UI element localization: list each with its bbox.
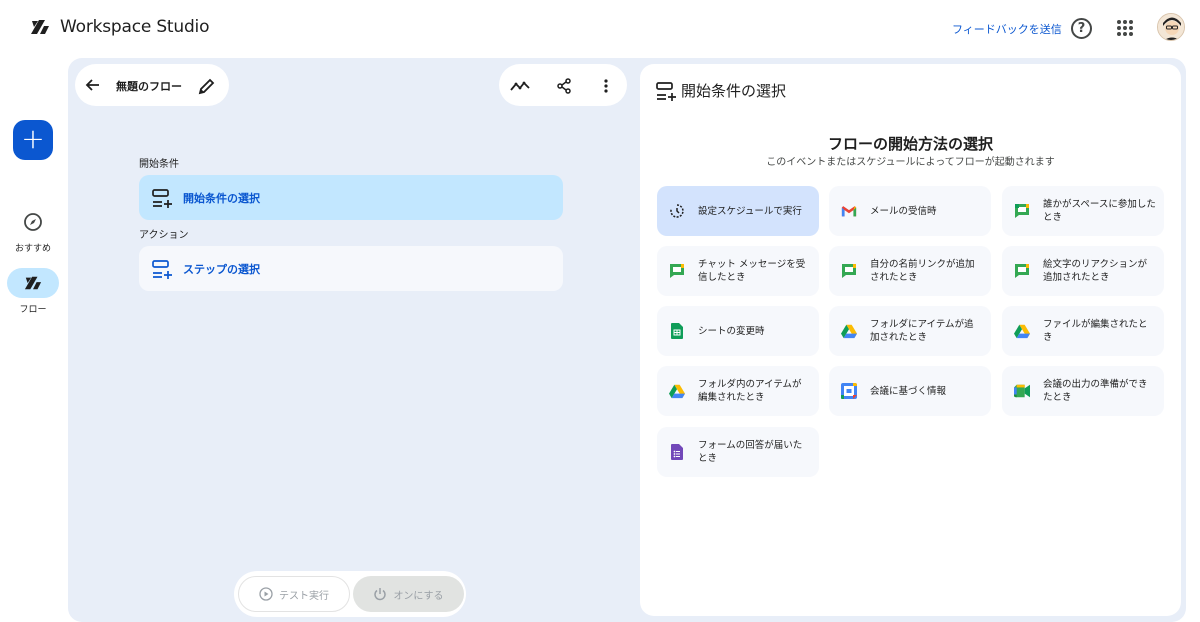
trigger-option-label: フォルダにアイテムが追加されたとき (870, 319, 974, 343)
forms-icon (669, 444, 685, 460)
power-icon (374, 588, 387, 601)
new-flow-button[interactable]: + (13, 120, 53, 160)
top-bar: Workspace Studio フィードバックを送信 ? (0, 0, 1200, 56)
trigger-option-label: 設定スケジュールで実行 (698, 205, 802, 217)
turn-on-label: オンにする (393, 590, 444, 602)
app-title: Workspace Studio (60, 17, 210, 37)
test-run-label: テスト実行 (279, 590, 329, 602)
trigger-option-name-mentioned[interactable]: 自分の名前リンクが追加されたとき (829, 246, 991, 296)
flow-icon (7, 268, 59, 298)
rail-item-recommended[interactable]: おすすめ (0, 207, 66, 254)
drive-icon (841, 323, 857, 339)
action-section-label: アクション (139, 230, 189, 241)
trigger-option-meeting-output-ready[interactable]: 会議の出力の準備ができたとき (1002, 366, 1164, 416)
panel-heading: フローの開始方法の選択 (827, 135, 993, 153)
trigger-option-label: メールの受信時 (870, 205, 937, 217)
trigger-option-folder-item-added[interactable]: フォルダにアイテムが追加されたとき (829, 306, 991, 356)
pencil-icon[interactable] (197, 76, 217, 96)
avatar[interactable] (1157, 13, 1185, 41)
trigger-select-label: 開始条件の選択 (183, 191, 260, 205)
share-icon[interactable] (554, 76, 574, 96)
help-icon[interactable]: ? (1071, 18, 1092, 39)
trigger-option-label: 絵文字のリアクションが追加されたとき (1043, 259, 1148, 283)
meet-icon (1014, 383, 1030, 399)
trigger-option-space-joined[interactable]: 誰かがスペースに参加したとき (1002, 186, 1164, 236)
trigger-option-label: ファイルが編集されたとき (1043, 319, 1148, 343)
add-step-icon (656, 82, 676, 101)
action-select-card[interactable]: ステップの選択 (139, 246, 563, 291)
trigger-option-label: フォームの回答が届いたとき (698, 440, 803, 464)
calendar-icon (841, 383, 857, 399)
add-step-icon (152, 188, 172, 208)
action-select-label: ステップの選択 (183, 262, 260, 276)
rail-item-flows[interactable]: フロー (0, 268, 66, 315)
workspace-studio-logo-icon (31, 20, 49, 34)
sheets-icon (669, 323, 685, 339)
panel-subheading: このイベントまたはスケジュールによってフローが起動されます (766, 157, 1055, 168)
trigger-option-label: 会議の出力の準備ができたとき (1043, 379, 1148, 403)
trigger-option-form-response[interactable]: フォームの回答が届いたとき (657, 427, 819, 477)
feedback-link[interactable]: フィードバックを送信 (952, 21, 1062, 37)
more-vert-icon[interactable] (596, 76, 616, 96)
trigger-option-label: 自分の名前リンクが追加されたとき (870, 259, 975, 283)
trigger-option-email-received[interactable]: メールの受信時 (829, 186, 991, 236)
trigger-option-meeting-info[interactable]: 会議に基づく情報 (829, 366, 991, 416)
schedule-icon (669, 203, 685, 219)
trigger-option-chat-message[interactable]: チャット メッセージを受信したとき (657, 246, 819, 296)
play-icon (259, 587, 273, 601)
trigger-option-folder-item-edited[interactable]: フォルダ内のアイテムが編集されたとき (657, 366, 819, 416)
test-run-button[interactable]: テスト実行 (238, 576, 350, 612)
chat-icon (669, 263, 685, 279)
chat-icon (1014, 203, 1030, 219)
apps-grid-icon[interactable] (1117, 20, 1133, 36)
trigger-option-label: 会議に基づく情報 (870, 385, 947, 397)
panel-title: 開始条件の選択 (681, 82, 787, 100)
trigger-option-label: フォルダ内のアイテムが編集されたとき (698, 379, 802, 403)
trigger-option-file-edited[interactable]: ファイルが編集されたとき (1002, 306, 1164, 356)
compass-icon (7, 207, 59, 237)
gmail-icon (841, 203, 857, 219)
add-step-icon (152, 259, 172, 279)
trigger-select-card[interactable]: 開始条件の選択 (139, 175, 563, 220)
drive-icon (669, 383, 685, 399)
trigger-option-label: チャット メッセージを受信したとき (698, 259, 806, 283)
turn-on-button[interactable]: オンにする (353, 576, 464, 612)
drive-icon (1014, 323, 1030, 339)
back-arrow-icon[interactable] (80, 72, 106, 98)
chat-icon (841, 263, 857, 279)
chat-icon (1014, 263, 1030, 279)
trigger-option-label: シートの変更時 (698, 325, 765, 337)
rail-label-recommended: おすすめ (14, 244, 51, 254)
rail-label-flows: フロー (19, 305, 47, 315)
trigger-option-sheet-changed[interactable]: シートの変更時 (657, 306, 819, 356)
activity-icon[interactable] (510, 76, 530, 96)
trigger-section-label: 開始条件 (139, 159, 179, 170)
trigger-option-label: 誰かがスペースに参加したとき (1043, 199, 1156, 223)
trigger-option-schedule[interactable]: 設定スケジュールで実行 (657, 186, 819, 236)
flow-title[interactable]: 無題のフロー (116, 78, 182, 94)
trigger-option-emoji-reaction[interactable]: 絵文字のリアクションが追加されたとき (1002, 246, 1164, 296)
